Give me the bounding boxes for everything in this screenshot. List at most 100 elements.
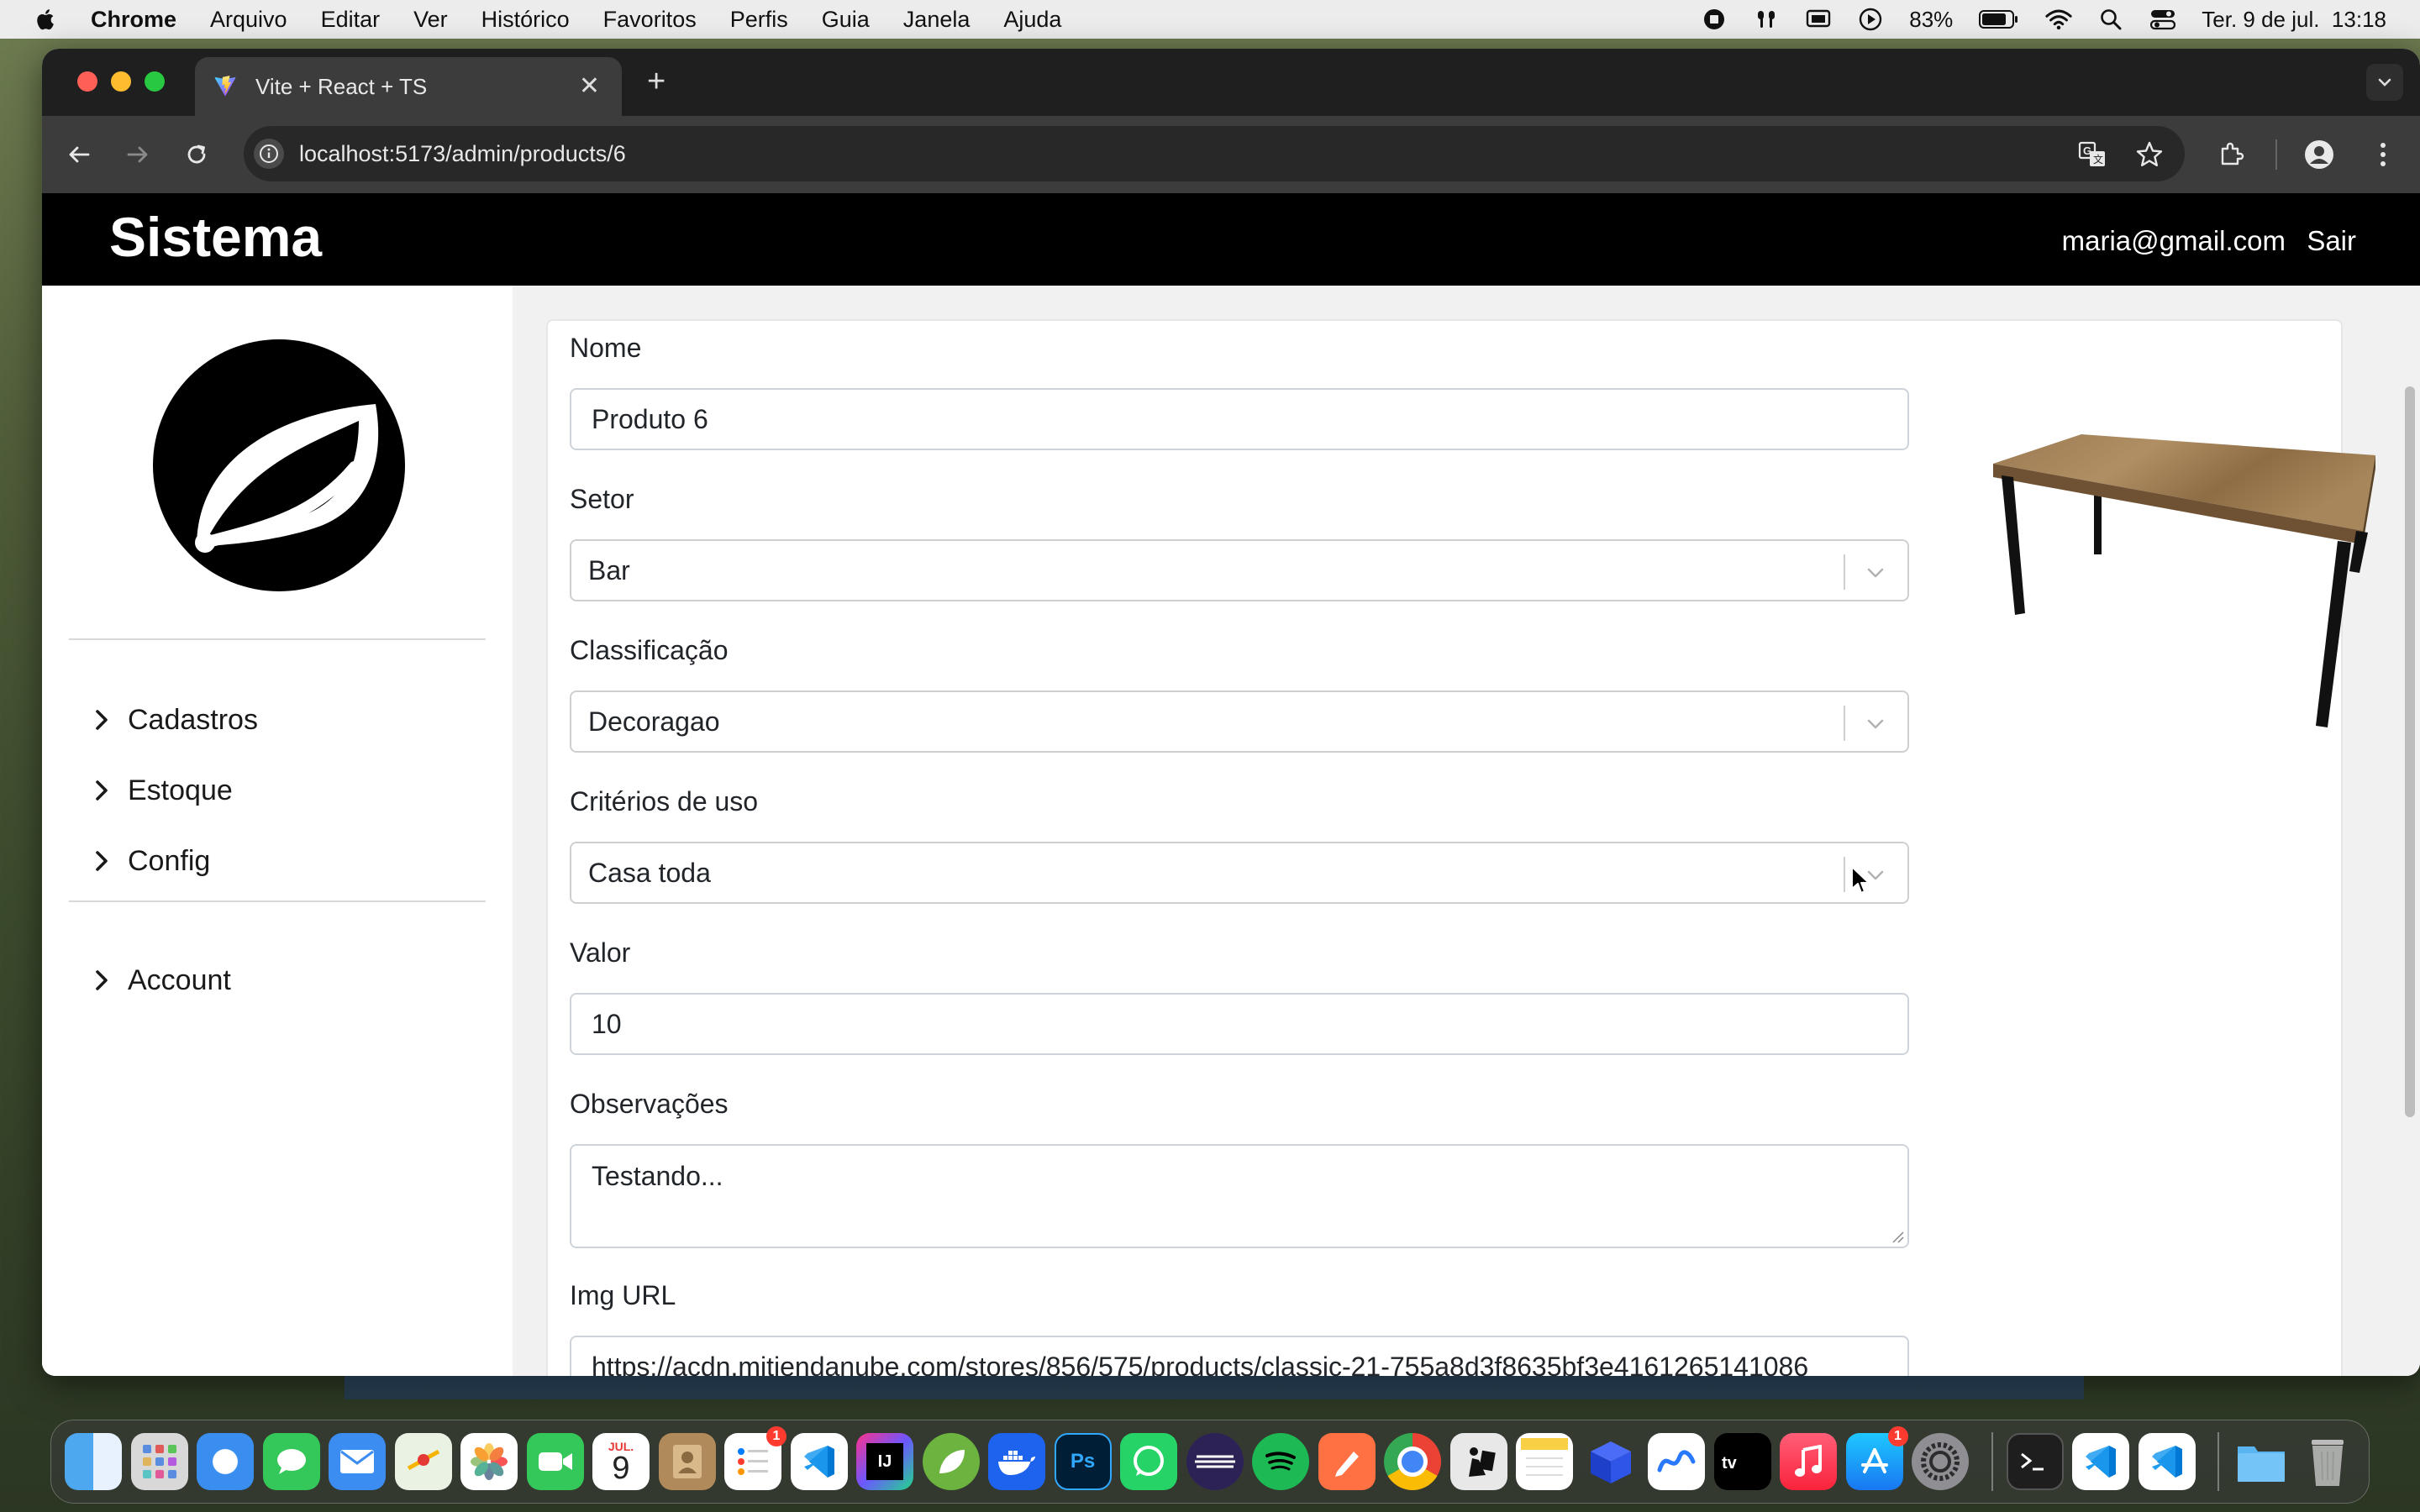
spotlight-search-icon[interactable] (2097, 6, 2124, 33)
classification-select[interactable]: Decoragao (570, 690, 1909, 753)
downloads-folder-icon[interactable] (2233, 1433, 2290, 1490)
sidebar-item-estoque[interactable]: Estoque (92, 769, 233, 811)
sidebar-divider (69, 900, 486, 902)
control-center-icon[interactable] (2149, 6, 2176, 33)
contacts-app-icon[interactable] (658, 1433, 716, 1490)
calendar-day: 9 (612, 1451, 630, 1486)
maps-app-icon[interactable] (394, 1433, 452, 1490)
menu-favoritos[interactable]: Favoritos (603, 7, 697, 33)
close-window-button[interactable] (77, 71, 97, 92)
address-bar[interactable]: localhost:5173/admin/products/6 (244, 126, 2185, 181)
vscode-window-icon[interactable] (2072, 1433, 2129, 1490)
terminal-app-icon[interactable] (2006, 1433, 2064, 1490)
sidebar-item-cadastros[interactable]: Cadastros (92, 699, 258, 741)
menu-arquivo[interactable]: Arquivo (210, 7, 287, 33)
bookmark-star-icon[interactable] (2133, 138, 2166, 171)
close-tab-icon[interactable]: ✕ (579, 74, 600, 99)
page-scrollbar[interactable] (2405, 386, 2415, 1117)
menu-ajuda[interactable]: Ajuda (1003, 7, 1061, 33)
apple-menu-icon[interactable] (34, 7, 59, 32)
chrome-app-icon[interactable] (1384, 1433, 1441, 1490)
chevron-down-icon[interactable] (1864, 561, 1887, 585)
sector-select[interactable]: Bar (570, 539, 1909, 601)
mail-app-icon[interactable] (329, 1433, 386, 1490)
vscode-window-icon-2[interactable] (2138, 1433, 2196, 1490)
chevron-down-icon[interactable] (1864, 712, 1887, 736)
notes-app-icon[interactable] (1516, 1433, 1573, 1490)
3d-cube-app-icon[interactable] (1582, 1433, 1639, 1490)
browser-menu-icon[interactable] (2366, 138, 2400, 171)
whatsapp-app-icon[interactable] (1120, 1433, 1177, 1490)
menu-janela[interactable]: Janela (903, 7, 971, 33)
reminders-badge: 1 (766, 1426, 786, 1446)
usage-criteria-select[interactable]: Casa toda (570, 842, 1909, 904)
screen-mirroring-icon[interactable] (1805, 6, 1832, 33)
url-text[interactable]: localhost:5173/admin/products/6 (299, 141, 2185, 167)
sidebar-item-config[interactable]: Config (92, 840, 210, 882)
translate-icon[interactable]: G文 (2075, 138, 2109, 171)
browser-tab-active[interactable]: Vite + React + TS ✕ (195, 57, 622, 116)
kindle-app-icon[interactable] (1449, 1433, 1507, 1490)
system-settings-app-icon[interactable] (1912, 1433, 1969, 1490)
messages-app-icon[interactable] (262, 1433, 320, 1490)
app-store-app-icon[interactable]: 1 (1845, 1426, 1908, 1490)
photoshop-app-icon[interactable]: Ps (1054, 1433, 1112, 1490)
wifi-icon[interactable] (2045, 6, 2072, 33)
menu-guia[interactable]: Guia (822, 7, 870, 33)
menu-perfis[interactable]: Perfis (730, 7, 788, 33)
site-info-icon[interactable] (254, 139, 284, 169)
intellij-app-icon[interactable]: IJ (856, 1433, 913, 1490)
profile-avatar-icon[interactable] (2302, 138, 2336, 171)
menu-app-name[interactable]: Chrome (91, 7, 176, 33)
menu-editar[interactable]: Editar (321, 7, 381, 33)
minimize-window-button[interactable] (111, 71, 131, 92)
brand-title[interactable]: Sistema (109, 205, 322, 269)
usage-criteria-select-value: Casa toda (588, 857, 711, 888)
chevron-right-icon (92, 778, 118, 803)
docker-app-icon[interactable] (988, 1433, 1045, 1490)
select-indicator-separator (1844, 706, 1845, 741)
trash-icon[interactable] (2299, 1433, 2356, 1490)
eclipse-app-icon[interactable] (1186, 1433, 1244, 1490)
now-playing-icon[interactable] (1857, 6, 1884, 33)
extensions-puzzle-icon[interactable] (2215, 138, 2249, 171)
logout-link[interactable]: Sair (2307, 225, 2356, 257)
img-url-input[interactable]: https://acdn.mitiendanube.com/stores/856… (570, 1336, 1909, 1376)
mouse-cursor-icon (1851, 866, 1870, 894)
calendar-app-icon[interactable]: JUL. 9 (592, 1433, 650, 1490)
finder-app-icon[interactable] (65, 1433, 122, 1490)
apple-tv-app-icon[interactable]: tv (1713, 1433, 1771, 1490)
back-arrow-icon[interactable] (64, 139, 94, 170)
resize-handle-icon[interactable] (1891, 1230, 1904, 1243)
safari-app-icon[interactable] (197, 1433, 254, 1490)
notes-textarea[interactable]: Testando... (570, 1144, 1909, 1248)
tab-strip: Vite + React + TS ✕ + (42, 49, 2420, 116)
music-app-icon[interactable] (1780, 1433, 1837, 1490)
sidebar-item-account[interactable]: Account (92, 959, 231, 1001)
pencil-app-icon[interactable] (1318, 1433, 1376, 1490)
reminders-app-icon[interactable]: 1 (724, 1426, 786, 1490)
spring-tools-app-icon[interactable] (922, 1433, 980, 1490)
spring-leaf-logo (153, 339, 405, 591)
photos-app-icon[interactable] (460, 1433, 518, 1490)
spotify-app-icon[interactable] (1252, 1433, 1309, 1490)
airpods-icon[interactable] (1753, 6, 1780, 33)
screen-record-icon[interactable] (1701, 6, 1728, 33)
sidebar: Cadastros Estoque Config Account (42, 286, 513, 1376)
vscode-app-icon[interactable] (790, 1433, 848, 1490)
sidebar-item-label: Cadastros (128, 703, 258, 736)
new-tab-icon[interactable]: + (647, 66, 666, 97)
battery-icon[interactable] (1978, 6, 2020, 33)
reload-icon[interactable] (182, 139, 212, 170)
menu-historico[interactable]: Histórico (481, 7, 570, 33)
clock-datetime[interactable]: Ter. 9 de jul. 13:18 (2202, 7, 2386, 33)
menu-ver[interactable]: Ver (413, 7, 448, 33)
zoom-window-button[interactable] (145, 71, 165, 92)
price-input[interactable]: 10 (570, 993, 1909, 1055)
forward-arrow-icon[interactable] (123, 139, 153, 170)
tab-search-icon[interactable] (2366, 64, 2403, 101)
launchpad-app-icon[interactable] (130, 1433, 188, 1490)
name-input[interactable]: Produto 6 (570, 388, 1909, 450)
facetime-app-icon[interactable] (526, 1433, 584, 1490)
freeform-app-icon[interactable] (1648, 1433, 1705, 1490)
